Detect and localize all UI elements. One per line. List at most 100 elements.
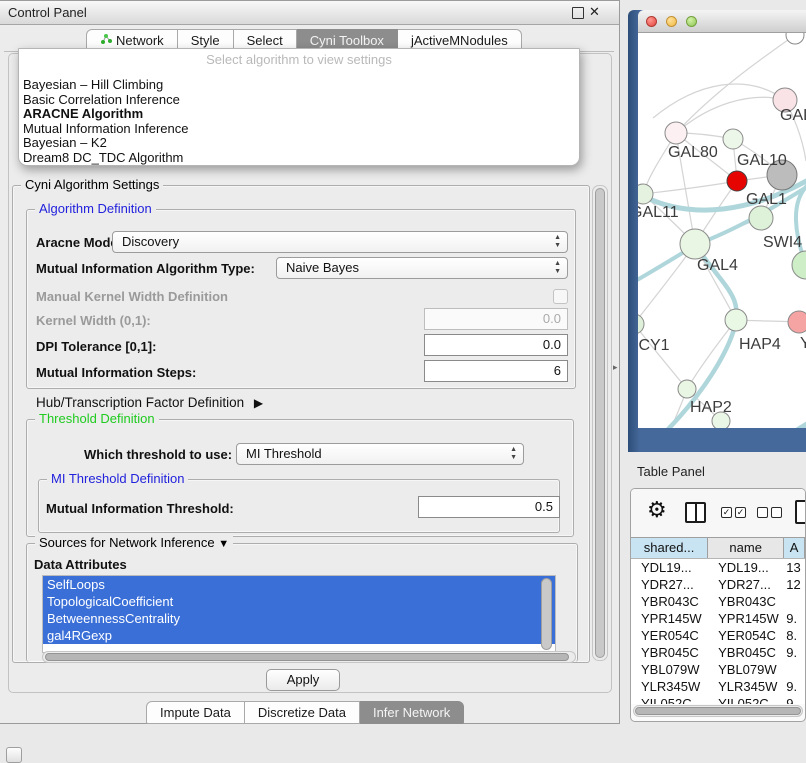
table-row[interactable]: YDL19...YDL19...13 [631,559,805,576]
manual-kernel-label: Manual Kernel Width Definition [36,289,228,304]
attributes-hscrollbar-thumb[interactable] [45,653,569,661]
column-header[interactable]: A [784,538,805,558]
stepper-icon: ▲▼ [510,446,517,462]
node-label: GAL80 [668,144,718,161]
apply-button[interactable]: Apply [266,669,340,691]
table-cell [784,593,805,610]
network-node[interactable] [727,171,747,191]
zoom-traffic-icon[interactable] [686,16,697,27]
tab-discretize-data[interactable]: Discretize Data [245,701,360,724]
split-columns-icon[interactable] [685,502,706,523]
table-hscrollbar-thumb[interactable] [635,707,801,715]
hub-definition-toggle[interactable]: Hub/Transcription Factor Definition ▶ [36,395,263,410]
minimize-traffic-icon[interactable] [666,16,677,27]
network-node[interactable] [665,122,687,144]
network-node[interactable] [723,129,743,149]
settings-scrollbar[interactable] [592,185,608,661]
algorithm-option[interactable]: Dream8 DC_TDC Algorithm [19,151,579,166]
tab-label: Discretize Data [258,701,346,724]
table-row[interactable]: YER054CYER054C8. [631,627,805,644]
mi-steps-field[interactable]: 6 [424,360,568,382]
network-window-titlebar [638,10,806,33]
table-cell: YBR045C [631,644,708,661]
attributes-hscrollbar[interactable] [42,651,576,663]
table-row[interactable]: YPR145WYPR145W9. [631,610,805,627]
table-cell: YIL052C [631,695,708,704]
stepper-icon: ▲▼ [554,260,561,276]
algorithm-option[interactable]: ARACNE Algorithm [19,107,579,122]
minimized-panel-icon[interactable] [6,747,22,763]
attribute-item[interactable]: BetweennessCentrality [43,610,555,627]
network-node[interactable] [749,206,773,230]
network-node[interactable] [792,251,806,279]
algorithm-option[interactable]: Basic Correlation Inference [19,93,579,108]
close-traffic-icon[interactable] [646,16,657,27]
attribute-item[interactable]: TopologicalCoefficient [43,593,555,610]
mi-threshold-label: Mutual Information Threshold: [46,501,234,516]
mi-type-select[interactable]: Naive Bayes ▲▼ [276,257,568,279]
splitter-grip[interactable]: ▸ [613,362,618,373]
dpi-tolerance-field[interactable]: 0.0 [424,334,568,356]
kernel-width-field[interactable]: 0.0 [424,308,568,330]
data-attributes-list[interactable]: SelfLoopsTopologicalCoefficientBetweenne… [42,575,556,653]
mi-steps-label: Mutual Information Steps: [36,365,196,380]
table-row[interactable]: YDR27...YDR27...12 [631,576,805,593]
network-node[interactable] [788,311,806,333]
hub-definition-label: Hub/Transcription Factor Definition [36,395,244,410]
settings-scrollbar-thumb[interactable] [595,188,605,658]
mi-type-value: Naive Bayes [286,260,359,275]
table-cell: YBL079W [708,661,784,678]
algorithm-option[interactable]: Bayesian – K2 [19,136,579,151]
table-row[interactable]: YBR045CYBR045C9. [631,644,805,661]
network-node[interactable] [638,184,653,204]
table-cell: 13 [784,559,805,576]
table-row[interactable]: YBL079WYBL079W [631,661,805,678]
show-columns-icon[interactable]: ✓✓ [721,507,746,518]
algorithm-option[interactable]: Bayesian – Hill Climbing [19,78,579,93]
table-cell: 9 [784,695,805,704]
table-cell: YPR145W [631,610,708,627]
network-edge[interactable] [676,97,785,133]
network-node[interactable] [725,309,747,331]
algorithm-option[interactable]: Mutual Information Inference [19,122,579,137]
network-node[interactable] [786,33,804,44]
attribute-item[interactable]: SelfLoops [43,576,555,593]
table-cell: YDL19... [708,559,784,576]
column-header[interactable]: shared... [631,538,708,558]
aracne-mode-select[interactable]: Discovery ▲▼ [112,231,568,253]
network-edge[interactable] [638,324,687,389]
tab-infer-network[interactable]: Infer Network [360,701,464,724]
network-edge-strong[interactable] [754,420,806,428]
table-hscrollbar[interactable] [633,705,803,717]
node-label: Y [800,335,806,352]
sources-group-title[interactable]: Sources for Network Inference ▼ [35,535,233,550]
network-canvas[interactable]: GALGAL80GAL10GAL1GAL11SWI4GAL4GCY1HAP4YH… [638,33,806,428]
which-threshold-select[interactable]: MI Threshold ▲▼ [236,443,524,465]
table-row[interactable]: YIL052CYIL052C9 [631,695,805,704]
node-label: SWI4 [763,234,802,251]
gear-icon[interactable]: ⚙ [647,497,667,523]
network-edge[interactable] [653,84,785,118]
table-cell: YIL052C [708,695,784,704]
hide-columns-icon[interactable] [757,507,782,518]
float-window-icon[interactable] [572,7,584,19]
network-node[interactable] [678,380,696,398]
data-attributes-label: Data Attributes [34,557,127,572]
mi-threshold-field[interactable]: 0.5 [418,496,560,518]
table-row[interactable]: YBR043CYBR043C [631,593,805,610]
table-panel-title: Table Panel [637,464,705,479]
table-cell: YLR345W [708,678,784,695]
column-header[interactable]: name [708,538,784,558]
manual-kernel-checkbox[interactable] [553,289,568,304]
network-edge[interactable] [643,181,737,194]
network-node[interactable] [680,229,710,259]
bottom-tabs: Impute Data Discretize Data Infer Network [146,701,464,724]
attribute-item[interactable]: gal4RGexp [43,627,555,644]
table-row[interactable]: YLR345WYLR345W9. [631,678,805,695]
stepper-icon: ▲▼ [554,234,561,250]
network-node[interactable] [638,314,644,334]
new-table-icon[interactable] [795,500,806,524]
tab-impute-data[interactable]: Impute Data [146,701,245,724]
attributes-vscrollbar-thumb[interactable] [541,578,552,650]
close-icon[interactable]: ✕ [589,4,600,20]
